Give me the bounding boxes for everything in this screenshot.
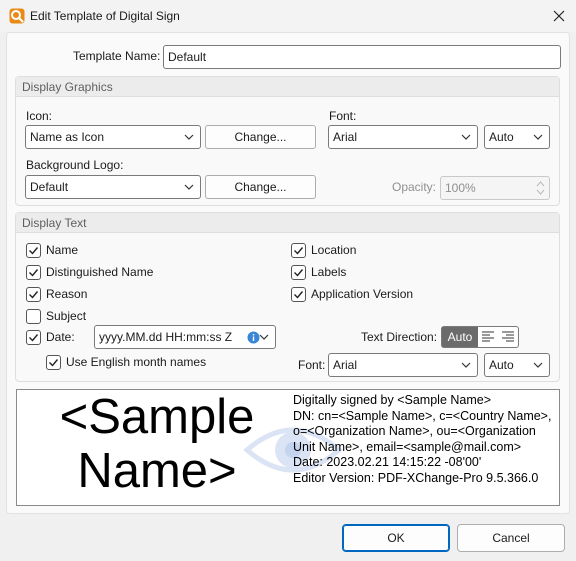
text-direction-ltr-option[interactable] [478,327,498,347]
opacity-spinner[interactable]: 100% [440,176,550,200]
chevron-down-icon [184,184,194,190]
chevron-down-icon [461,134,471,140]
text-direction-label: Text Direction: [361,330,438,344]
background-logo-label: Background Logo: [26,158,124,172]
date-format-select[interactable]: yyyy.MM.dd HH:mm:ss Z [94,325,276,349]
preview-name: <Sample Name> [25,390,289,498]
graphics-font-select[interactable]: Arial [328,125,478,149]
chevron-down-icon [184,134,194,140]
date-checkbox-label: Date: [46,330,75,344]
date-format-value: yyyy.MM.dd HH:mm:ss Z [99,330,233,344]
text-font-select[interactable]: Arial [328,353,478,377]
template-name-label: Template Name: [73,49,161,63]
background-logo-value: Default [30,180,69,194]
text-font-value: Arial [333,358,358,372]
checkmark-icon [29,269,39,277]
close-icon [553,10,565,22]
opacity-value: 100% [445,181,476,195]
graphics-font-size-select[interactable]: Auto [484,125,550,149]
pdf-xchange-app-icon [9,8,25,24]
application-version-checkbox-label: Application Version [311,287,414,301]
location-checkbox-label: Location [311,243,357,257]
align-right-icon [502,331,514,342]
preview-details: Digitally signed by <Sample Name> DN: cn… [293,393,552,485]
display-text-header: Display Text [16,213,559,233]
text-font-size-select[interactable]: Auto [484,353,550,377]
graphics-font-size-value: Auto [489,130,514,144]
text-font-label: Font: [298,358,326,372]
text-direction-auto-option[interactable]: Auto [442,327,478,347]
preview-name-line-2: Name> [77,444,237,498]
chevron-down-icon [461,362,471,368]
text-direction-rtl-option[interactable] [498,327,518,347]
close-button[interactable] [546,3,572,29]
cancel-button[interactable]: Cancel [457,524,565,552]
graphics-font-label: Font: [329,109,357,123]
checkmark-icon [294,269,304,277]
icon-select[interactable]: Name as Icon [25,125,201,149]
subject-checkbox[interactable] [26,309,41,324]
checkmark-icon [294,247,304,255]
template-name-input[interactable]: Default [163,45,561,69]
ok-button[interactable]: OK [342,524,450,552]
checkmark-icon [29,247,39,255]
checkmark-icon [294,291,304,299]
opacity-label: Opacity: [392,180,437,194]
window-title: Edit Template of Digital Sign [30,9,180,23]
text-direction-segmented: Auto [441,326,519,348]
background-change-button[interactable]: Change... [205,175,316,199]
icon-select-value: Name as Icon [30,130,105,144]
distinguished-name-checkbox-label: Distinguished Name [46,265,154,279]
name-checkbox[interactable] [26,243,41,258]
align-left-icon [482,331,494,342]
date-checkbox[interactable] [26,330,41,345]
chevron-down-icon [259,334,269,340]
spinner-arrows-icon [536,181,545,195]
background-logo-select[interactable]: Default [25,175,201,199]
preview-name-line-1: <Sample [59,390,255,444]
signature-preview: <Sample Name> Digitally signed by <Sampl… [16,389,560,506]
title-bar: Edit Template of Digital Sign [0,0,576,32]
english-month-checkbox[interactable] [46,355,61,370]
subject-checkbox-label: Subject [46,309,87,323]
chevron-down-icon [533,362,543,368]
checkmark-icon [49,359,59,367]
text-font-size-value: Auto [489,358,514,372]
checkmark-icon [29,334,39,342]
name-checkbox-label: Name [46,243,79,257]
chevron-down-icon [533,134,543,140]
icon-change-button[interactable]: Change... [205,125,316,149]
location-checkbox[interactable] [291,243,306,258]
distinguished-name-checkbox[interactable] [26,265,41,280]
application-version-checkbox[interactable] [291,287,306,302]
display-graphics-header: Display Graphics [16,77,559,97]
reason-checkbox[interactable] [26,287,41,302]
english-month-label: Use English month names [66,355,207,369]
labels-checkbox[interactable] [291,265,306,280]
graphics-font-value: Arial [333,130,358,144]
labels-checkbox-label: Labels [311,265,347,279]
icon-label: Icon: [26,109,53,123]
reason-checkbox-label: Reason [46,287,88,301]
checkmark-icon [29,291,39,299]
